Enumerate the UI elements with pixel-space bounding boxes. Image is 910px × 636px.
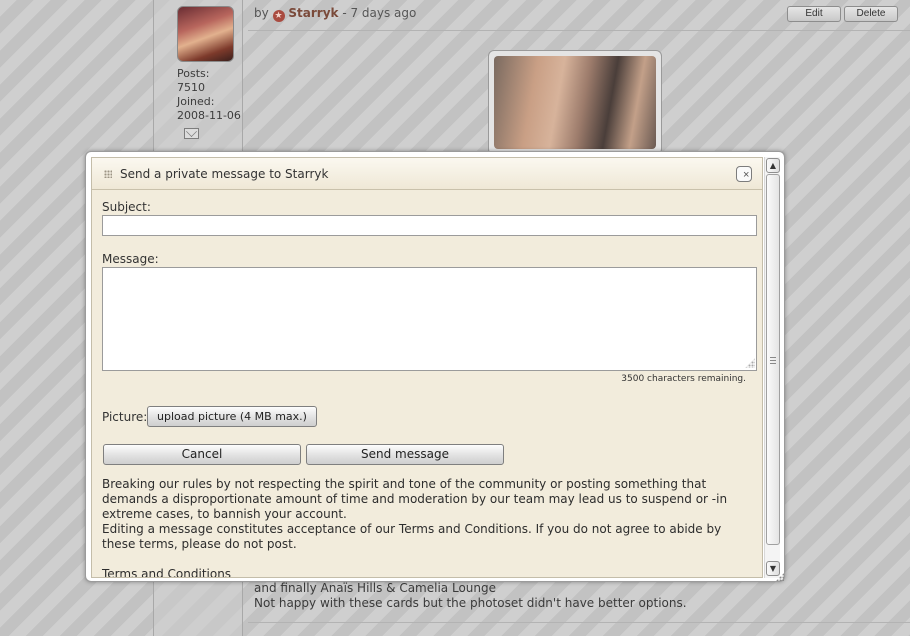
joined-label: Joined:	[177, 95, 215, 108]
dialog-scrollbar[interactable]: ▲ ▼	[764, 157, 780, 578]
arrow-down-icon[interactable]: ▼	[766, 561, 780, 576]
joined-date: 2008-11-06	[177, 109, 241, 122]
subject-label: Subject:	[102, 200, 151, 214]
upload-picture-button[interactable]: upload picture (4 MB max.)	[147, 406, 317, 427]
post-body: and finally Anaïs Hills & Camelia Lounge…	[254, 581, 687, 611]
rules-text: Breaking our rules by not respecting the…	[102, 477, 757, 552]
dialog-title: Send a private message to Starryk	[120, 167, 329, 181]
mail-icon[interactable]	[184, 128, 199, 139]
author-stats: Posts: 7510 Joined: 2008-11-06	[177, 67, 241, 123]
dialog-body: Send a private message to Starryk × Subj…	[91, 157, 763, 578]
posts-count: 7510	[177, 81, 205, 94]
edit-button[interactable]: Edit	[787, 6, 841, 22]
cancel-button[interactable]: Cancel	[103, 444, 301, 465]
drag-grip-icon[interactable]	[104, 170, 112, 178]
photo-image	[494, 56, 656, 149]
author-link[interactable]: Starryk	[288, 6, 338, 20]
arrow-up-icon[interactable]: ▲	[766, 158, 780, 173]
avatar[interactable]	[177, 6, 234, 62]
post-header: by ★ Starryk - 7 days ago	[254, 6, 416, 22]
delete-button[interactable]: Delete	[844, 6, 898, 22]
close-icon: ×	[743, 169, 750, 181]
rules-paragraph: Breaking our rules by not respecting the…	[102, 477, 728, 521]
send-message-button[interactable]: Send message	[306, 444, 504, 465]
picture-label: Picture:	[102, 410, 148, 424]
posts-label: Posts:	[177, 67, 210, 80]
message-label: Message:	[102, 252, 159, 266]
dialog-titlebar[interactable]: Send a private message to Starryk ×	[92, 158, 762, 190]
scrollbar-thumb[interactable]	[766, 174, 780, 545]
post-text-line: Not happy with these cards but the photo…	[254, 596, 687, 610]
rules-paragraph: Editing a message constitutes acceptance…	[102, 522, 722, 551]
post-text-line: and finally Anaïs Hills & Camelia Lounge	[254, 581, 496, 595]
subject-input[interactable]	[102, 215, 757, 236]
star-badge-icon: ★	[272, 10, 285, 22]
close-button[interactable]: ×	[736, 166, 752, 182]
post-time: - 7 days ago	[342, 6, 417, 20]
terms-link[interactable]: Terms and Conditions	[102, 567, 231, 577]
message-textarea[interactable]	[102, 267, 757, 371]
chars-remaining: 3500 characters remaining.	[621, 374, 746, 384]
post-divider	[248, 30, 910, 31]
private-message-dialog: Send a private message to Starryk × Subj…	[85, 151, 785, 582]
post-photo[interactable]	[488, 50, 662, 155]
by-label: by	[254, 6, 269, 20]
post-footer-divider	[248, 622, 910, 623]
thumb-grip-icon	[770, 357, 776, 364]
